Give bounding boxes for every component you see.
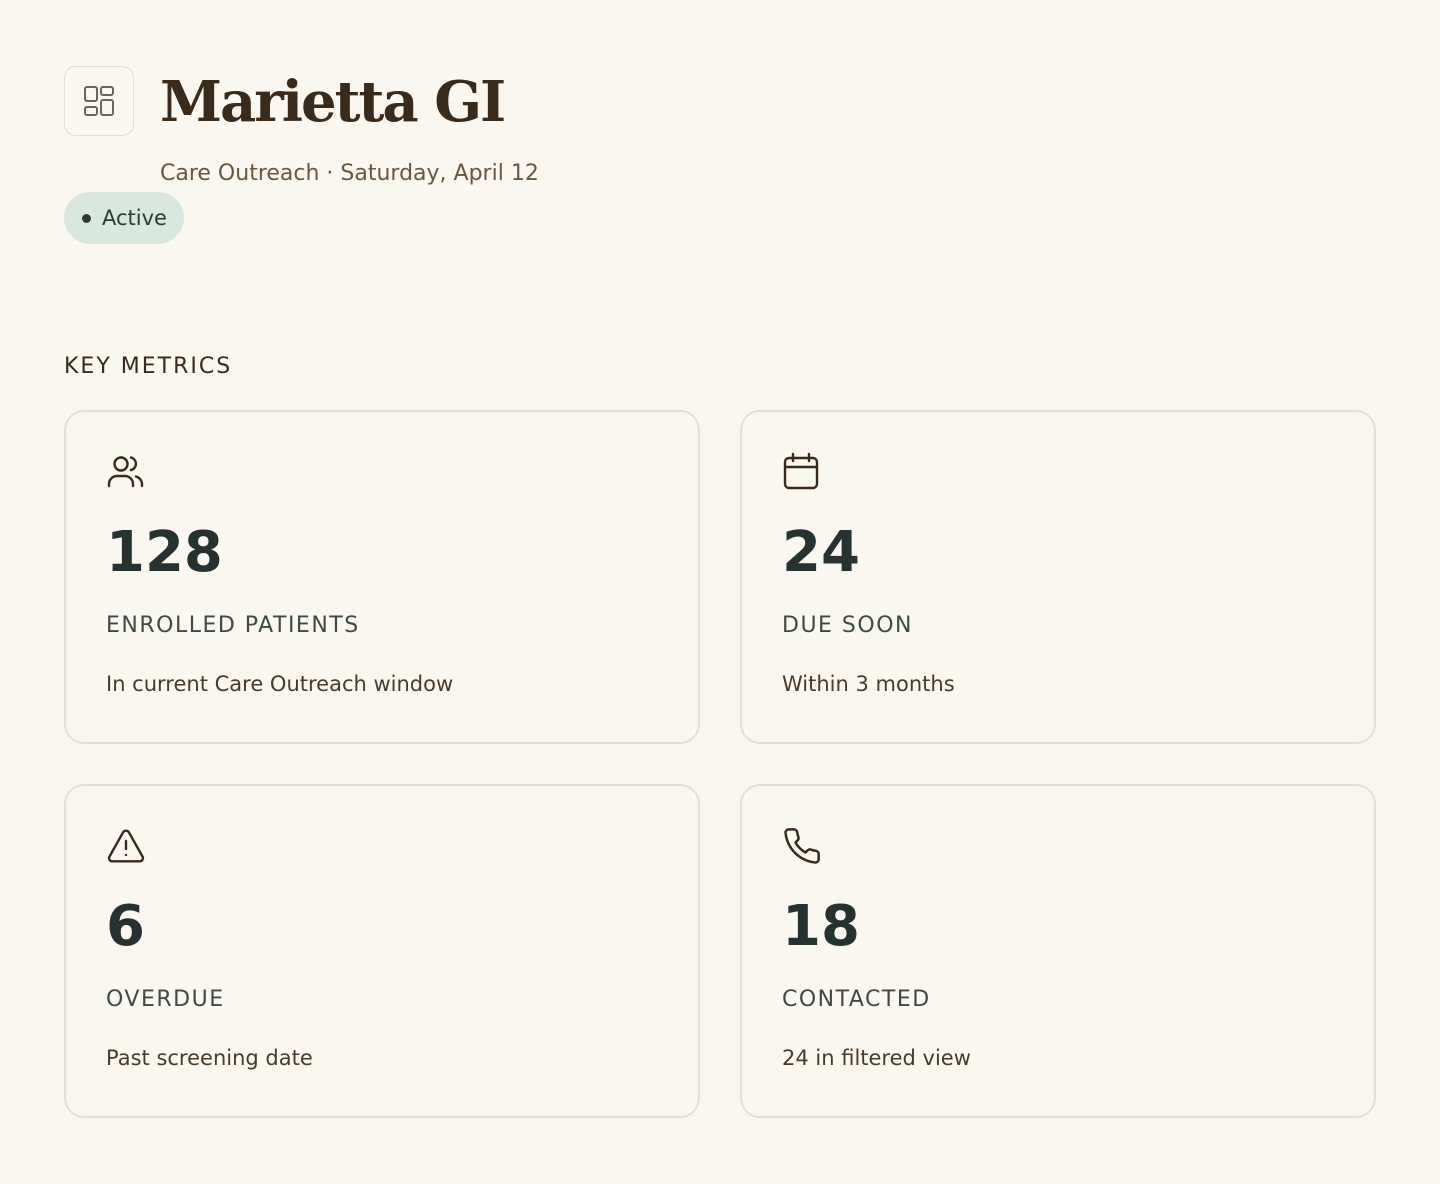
- page-title: Marietta GI: [160, 69, 506, 135]
- metric-card-contacted: 18 CONTACTED 24 in filtered view: [740, 784, 1376, 1118]
- status-dot: [82, 213, 91, 223]
- metric-label: CONTACTED: [782, 987, 931, 1012]
- metric-description: 24 in filtered view: [782, 1046, 971, 1070]
- metric-description: Past screening date: [106, 1046, 313, 1070]
- page-subtitle: Care Outreach · Saturday, April 12: [160, 161, 539, 186]
- metric-description: In current Care Outreach window: [106, 672, 454, 696]
- metric-card-overdue: 6 OVERDUE Past screening date: [64, 784, 700, 1118]
- metric-description: Within 3 months: [782, 672, 955, 696]
- metric-value: 24: [782, 520, 860, 585]
- dashboard-grid-icon: [83, 85, 115, 117]
- users-icon: [106, 452, 146, 492]
- metric-label: DUE SOON: [782, 613, 913, 638]
- key-metrics-heading: KEY METRICS: [64, 354, 233, 379]
- calendar-icon: [782, 452, 822, 492]
- metric-label: ENROLLED PATIENTS: [106, 613, 360, 638]
- dashboard-toggle-button[interactable]: [64, 66, 134, 136]
- metric-value: 18: [782, 894, 860, 959]
- status-badge: Active: [64, 192, 184, 244]
- metric-label: OVERDUE: [106, 987, 225, 1012]
- metric-value: 128: [106, 520, 223, 585]
- status-label: Active: [102, 206, 167, 230]
- metric-value: 6: [106, 894, 145, 959]
- metric-card-enrolled-patients: 128 ENROLLED PATIENTS In current Care Ou…: [64, 410, 700, 744]
- phone-icon: [782, 826, 822, 866]
- warning-triangle-icon: [106, 826, 146, 866]
- metric-card-due-soon: 24 DUE SOON Within 3 months: [740, 410, 1376, 744]
